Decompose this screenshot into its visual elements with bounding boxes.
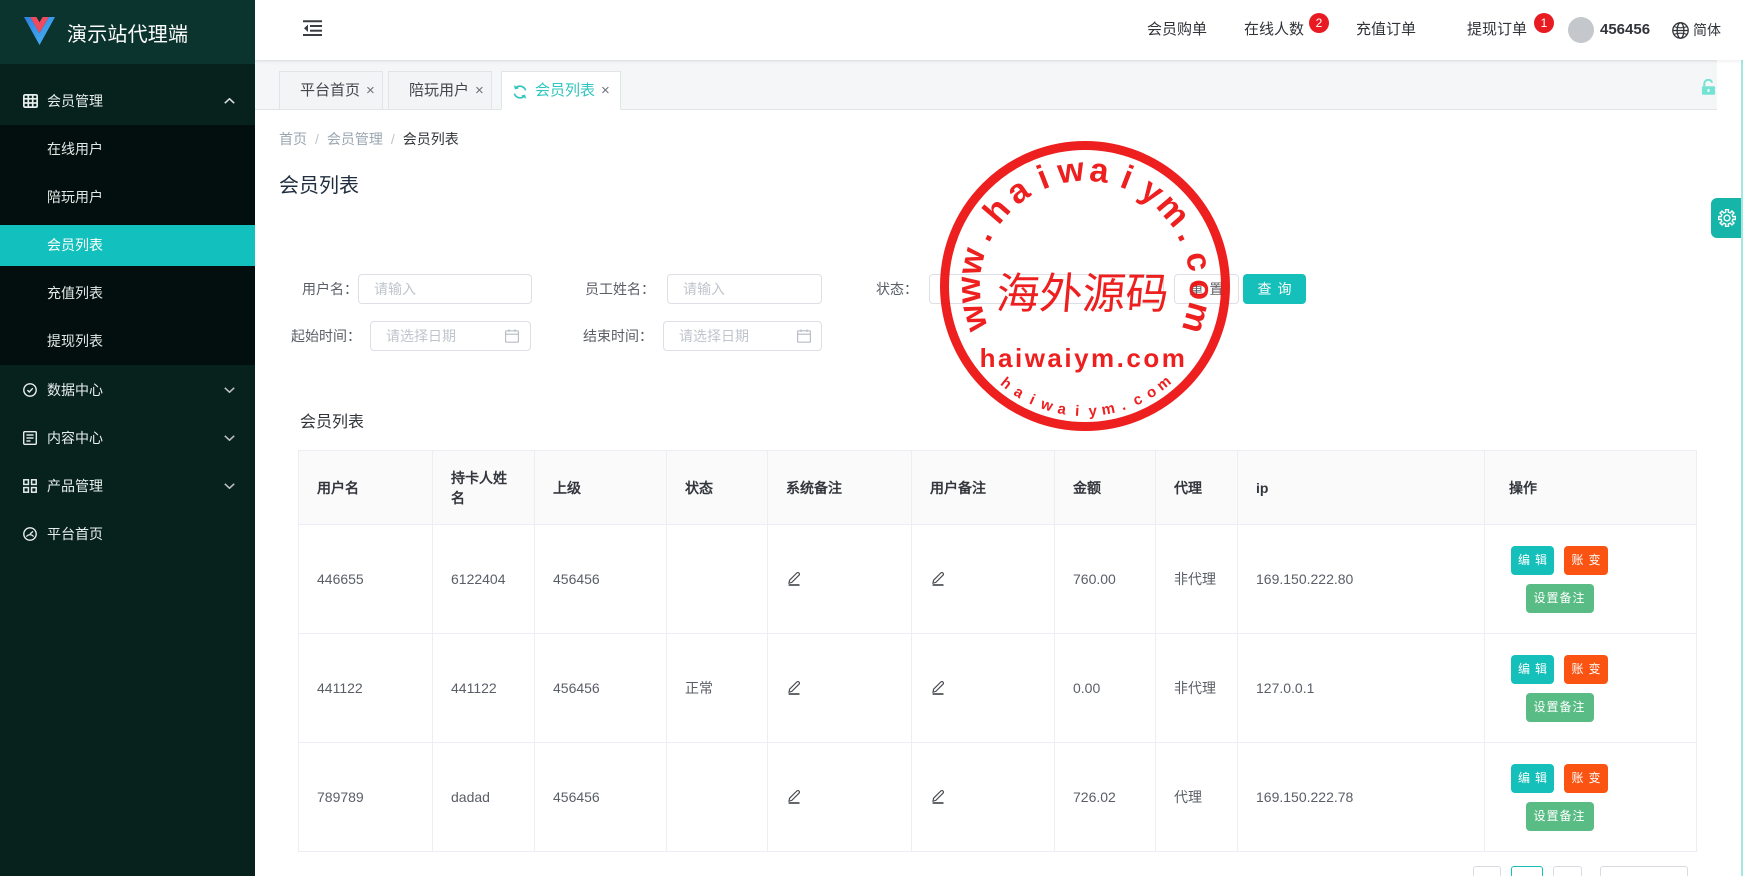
svg-text:m: m — [1153, 373, 1174, 395]
svg-text:c: c — [1130, 390, 1145, 409]
svg-text:y: y — [1088, 403, 1098, 421]
svg-text:c: c — [1178, 248, 1219, 275]
svg-text:a: a — [1056, 400, 1068, 418]
svg-text:a: a — [999, 170, 1037, 213]
svg-text:m: m — [1174, 298, 1219, 338]
svg-text:w: w — [951, 299, 995, 336]
svg-text:o: o — [1143, 383, 1160, 402]
svg-text:.: . — [962, 222, 1000, 247]
svg-text:.: . — [1119, 397, 1128, 414]
svg-text:a: a — [1011, 383, 1028, 402]
svg-text:w: w — [1038, 395, 1056, 415]
svg-text:haiwaiym.com: haiwaiym.com — [980, 343, 1188, 373]
svg-text:m: m — [1100, 400, 1116, 419]
svg-text:m: m — [1149, 187, 1198, 235]
svg-text:i: i — [1075, 403, 1080, 420]
svg-text:i: i — [1116, 158, 1139, 197]
svg-text:.: . — [1170, 222, 1208, 247]
svg-text:a: a — [1088, 151, 1113, 191]
svg-text:i: i — [1027, 391, 1038, 408]
svg-text:i: i — [1032, 158, 1055, 197]
svg-text:h: h — [997, 374, 1015, 393]
svg-text:y: y — [1133, 170, 1170, 212]
svg-text:w: w — [1054, 150, 1086, 191]
svg-text:h: h — [976, 190, 1018, 230]
